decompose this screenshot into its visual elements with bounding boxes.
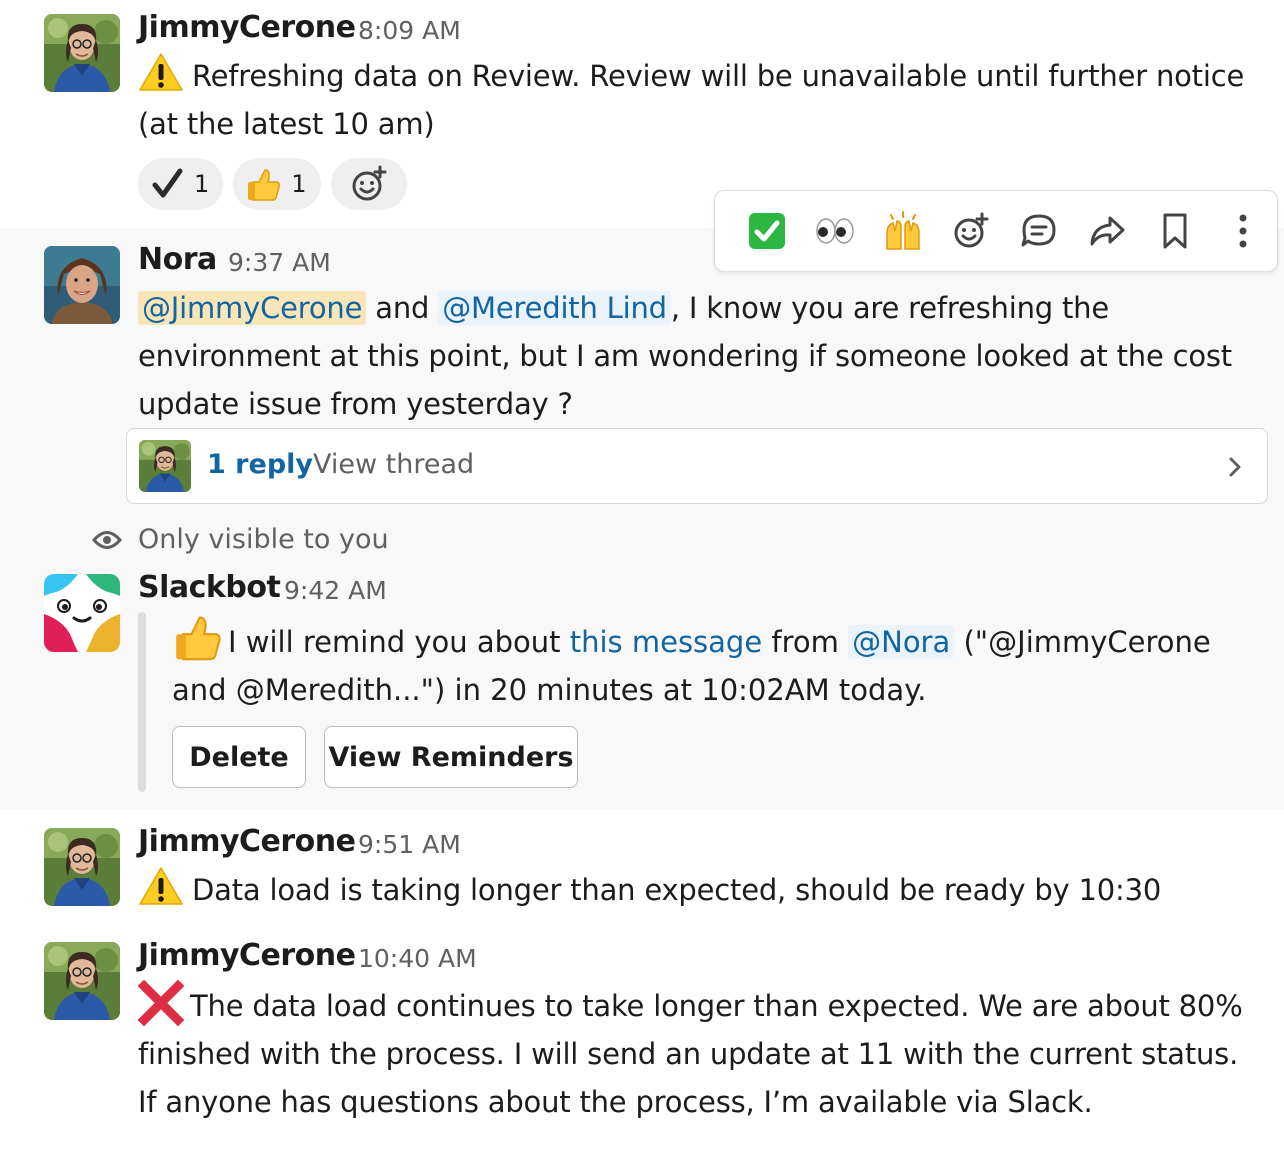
add-reaction-button[interactable] [330, 158, 407, 210]
message-text: The data load continues to take longer t… [138, 980, 1254, 1126]
message-4: JimmyCerone 9:51 AM Data load is taking … [0, 810, 1284, 930]
more-actions-button[interactable] [1209, 201, 1277, 261]
react-raised-hands-button[interactable] [869, 201, 937, 261]
author-name[interactable]: Slackbot [138, 570, 281, 605]
thumbs-up-icon [176, 616, 221, 661]
chevron-right-icon [1229, 457, 1241, 477]
add-reaction-icon [352, 165, 387, 201]
view-reminders-button[interactable]: View Reminders [324, 726, 578, 788]
author-name[interactable]: JimmyCerone [138, 10, 356, 45]
reaction-check[interactable]: 1 [138, 158, 224, 210]
message-text: Refreshing data on Review. Review will b… [138, 52, 1254, 148]
attachment-bar [138, 612, 146, 792]
add-reaction-button[interactable] [937, 201, 1005, 261]
author-name[interactable]: JimmyCerone [138, 824, 356, 859]
thumbs-up-icon [248, 169, 281, 201]
check-mark-icon [152, 168, 183, 198]
react-eyes-button[interactable] [801, 201, 869, 261]
reaction-count: 1 [291, 170, 307, 198]
more-actions-icon [1239, 214, 1247, 248]
mention-meredith[interactable]: @Meredith Lind [438, 291, 671, 325]
avatar [139, 440, 191, 492]
timestamp[interactable]: 10:40 AM [358, 944, 477, 973]
only-visible-notice: Only visible to you [92, 524, 389, 555]
check-mark-button-icon [749, 213, 785, 249]
avatar[interactable] [44, 246, 120, 324]
slackbot-avatar[interactable] [44, 574, 120, 652]
reminder-text: I will remind you about this message fro… [172, 612, 1244, 714]
timestamp[interactable]: 9:42 AM [284, 576, 387, 605]
delete-button[interactable]: Delete [172, 726, 306, 788]
reply-count[interactable]: 1 reply [207, 449, 313, 480]
avatar[interactable] [44, 828, 120, 906]
save-bookmark-icon [1163, 213, 1187, 249]
react-check-button[interactable] [733, 201, 801, 261]
reaction-count: 1 [194, 170, 210, 198]
timestamp[interactable]: 9:37 AM [228, 248, 331, 277]
reaction-thumbs-up[interactable]: 1 [233, 158, 321, 210]
eyes-icon [816, 218, 854, 244]
cross-mark-icon [138, 980, 184, 1026]
share-icon [1090, 216, 1125, 246]
author-name[interactable]: Nora [138, 242, 217, 277]
mention-jimmy[interactable]: @JimmyCerone [138, 291, 367, 325]
timestamp[interactable]: 8:09 AM [358, 16, 461, 45]
message-actions-toolbar [714, 190, 1278, 272]
mention-nora[interactable]: @Nora [848, 625, 955, 659]
reactions: 1 1 [138, 158, 407, 210]
add-reaction-icon [954, 212, 989, 248]
reply-in-thread-icon [1021, 214, 1056, 247]
message-text: @JimmyCerone and @Meredith Lind, I know … [138, 291, 1232, 421]
raised-hands-icon [886, 211, 920, 250]
message-link[interactable]: this message [570, 625, 762, 659]
reply-in-thread-button[interactable] [1005, 201, 1073, 261]
save-button[interactable] [1141, 201, 1209, 261]
view-thread-link[interactable]: View thread [313, 449, 474, 480]
warning-icon [139, 53, 183, 91]
eye-icon [92, 530, 122, 549]
author-name[interactable]: JimmyCerone [138, 938, 356, 973]
timestamp[interactable]: 9:51 AM [358, 830, 461, 859]
avatar[interactable] [44, 14, 120, 92]
warning-icon [139, 867, 183, 905]
thread-summary[interactable]: 1 reply View thread [126, 428, 1268, 504]
message-5: JimmyCerone 10:40 AM The data load conti… [0, 924, 1284, 1154]
message-text: Data load is taking longer than expected… [138, 866, 1254, 914]
share-button[interactable] [1073, 201, 1141, 261]
avatar[interactable] [44, 942, 120, 1020]
